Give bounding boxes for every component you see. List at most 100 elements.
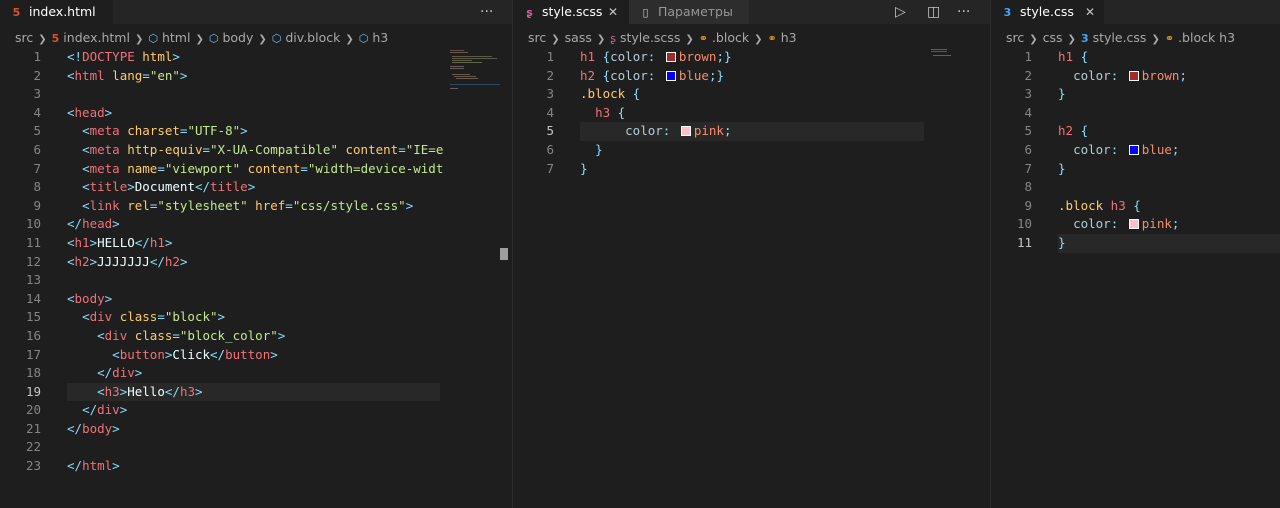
code-line[interactable]: 9 <link rel="stylesheet" href="css/style… [0, 197, 512, 216]
code-line[interactable]: 1 <!DOCTYPE html> [0, 48, 512, 67]
code-line[interactable]: 17 <button>Click</button> [0, 346, 512, 365]
breadcrumb-item[interactable]: html [162, 30, 190, 45]
code-line[interactable]: 19 <h3>Hello</h3> [0, 382, 512, 402]
code-line[interactable]: 13 [0, 271, 512, 290]
code-line[interactable]: 6 <meta http-equiv="X-UA-Compatible" con… [0, 141, 512, 160]
code-line[interactable]: 2 color: brown; [991, 67, 1280, 86]
token: } [595, 141, 603, 157]
close-icon[interactable]: ✕ [1085, 0, 1095, 24]
code-line[interactable]: 9 .block h3 { [991, 197, 1280, 216]
code-text: h1 { [1058, 48, 1088, 67]
tab-style-scss[interactable]: ʂ style.scss ✕ [513, 0, 629, 24]
code-line[interactable]: 7} [991, 160, 1280, 179]
more-actions-icon[interactable]: ··· [480, 0, 493, 24]
tab-parameters[interactable]: ▯ Параметры [629, 0, 749, 24]
code-line[interactable]: 2 h2 {color: blue;} [513, 67, 990, 86]
editor-pane-index-html: 5 index.html ··· src ❯ 5 index.html ❯ ⬡ html ❯ ⬡ b… [0, 0, 512, 508]
token: : [1110, 141, 1126, 157]
code-line[interactable]: 5 <meta charset="UTF-8"> [0, 122, 512, 141]
breadcrumb-item[interactable]: style.css [1093, 30, 1147, 45]
tab-index-html[interactable]: 5 index.html [0, 0, 113, 24]
breadcrumb-item[interactable]: index.html [63, 30, 130, 45]
code-line[interactable]: 5 h2 { [991, 122, 1280, 141]
close-icon[interactable]: ✕ [608, 0, 618, 24]
code-line[interactable]: 1 h1 { [991, 48, 1280, 67]
breadcrumb-item[interactable]: src [528, 30, 546, 45]
code-line[interactable]: 5 color: pink; [513, 122, 990, 141]
token: name [119, 160, 158, 176]
breadcrumb-item[interactable]: h3 [781, 30, 797, 45]
token: h3 [179, 383, 195, 399]
code-line[interactable]: 16 <div class="block_color"> [0, 327, 512, 346]
more-actions-icon[interactable]: ··· [957, 0, 970, 24]
token: button [119, 346, 165, 362]
code-line[interactable]: 23 </html> [0, 457, 512, 476]
code-editor[interactable]: 1 <!DOCTYPE html> 2 <html lang="en"> 3 4 <head… [0, 48, 512, 508]
color-swatch[interactable] [680, 126, 691, 137]
token: "block" [164, 309, 218, 325]
code-line[interactable]: 15 <div class="block"> [0, 308, 512, 327]
token: </ [67, 216, 83, 232]
code-line[interactable]: 8 <title>Document</title> [0, 178, 512, 197]
code-line[interactable]: 1 h1 {color: brown;} [513, 48, 990, 67]
breadcrumb-item[interactable]: src [15, 30, 33, 45]
breadcrumb-item[interactable]: div.block [285, 30, 340, 45]
split-editor-icon[interactable]: ◫ [927, 0, 940, 24]
code-line[interactable]: 4 h3 { [513, 104, 990, 123]
token: meta [89, 123, 120, 139]
code-line[interactable]: 4 [991, 104, 1280, 123]
code-line[interactable]: 22 [0, 438, 512, 457]
token: > [240, 123, 248, 139]
token: "IE=e [405, 141, 444, 157]
token: class [112, 309, 158, 325]
breadcrumb-item[interactable]: src [1006, 30, 1024, 45]
code-line[interactable]: 7 <meta name="viewport" content="width=d… [0, 160, 512, 179]
breadcrumb-item[interactable]: style.scss [620, 30, 680, 45]
code-line[interactable]: 2 <html lang="en"> [0, 67, 512, 86]
tab-style-css[interactable]: 3 style.css ✕ [991, 0, 1104, 24]
breadcrumb-item[interactable]: css [1043, 30, 1063, 45]
code-line[interactable]: 6 color: blue; [991, 141, 1280, 160]
breadcrumb-item[interactable]: h3 [372, 30, 388, 45]
code-line[interactable]: 11} [991, 233, 1280, 253]
color-swatch[interactable] [1128, 144, 1139, 155]
code-line[interactable]: 7} [513, 160, 990, 179]
run-icon[interactable]: ▷ [895, 0, 906, 24]
color-swatch[interactable] [665, 52, 676, 62]
code-editor[interactable]: 1 h1 {2 color: brown; 3} 4 5 h2 {6 color: blu… [991, 48, 1280, 508]
code-line[interactable]: 3 [0, 85, 512, 104]
breadcrumb-item[interactable]: .block [712, 30, 749, 45]
color-swatch[interactable] [665, 70, 676, 81]
code-line[interactable]: 10 color: pink; [991, 215, 1280, 234]
code-line[interactable]: 21 </body> [0, 420, 512, 439]
code-line[interactable]: 3 .block { [513, 85, 990, 104]
code-line[interactable]: 12 <h2>JJJJJJJ</h2> [0, 253, 512, 272]
line-number: 5 [33, 123, 41, 139]
code-line[interactable]: 11 <h1>HELLO</h1> [0, 234, 512, 253]
minimap[interactable] [931, 48, 983, 108]
code-line[interactable]: 10 </head> [0, 215, 512, 234]
token: < [97, 383, 105, 399]
code-text: } [1058, 160, 1066, 179]
code-line[interactable]: 18 </div> [0, 364, 512, 383]
scrollbar-thumb[interactable] [500, 248, 508, 260]
color-swatch[interactable] [1128, 219, 1139, 230]
code-line[interactable]: 3} [991, 85, 1280, 104]
token: div [104, 327, 128, 343]
code-line[interactable]: 20 </div> [0, 401, 512, 420]
token: { [610, 104, 626, 120]
code-line[interactable]: 4 <head> [0, 104, 512, 123]
line-number: 14 [25, 290, 41, 306]
breadcrumb-item[interactable]: .block h3 [1178, 30, 1235, 45]
minimap[interactable] [450, 48, 502, 108]
breadcrumb-item[interactable]: body [222, 30, 253, 45]
token: < [67, 104, 75, 120]
code-line[interactable]: 14 <body> [0, 290, 512, 309]
code-line[interactable]: 6 } [513, 141, 990, 160]
color-swatch[interactable] [1128, 70, 1139, 81]
code-line[interactable]: 8 [991, 178, 1280, 197]
code-editor[interactable]: 1 h1 {color: brown;} 2 h2 {color: blue;} 3 .b… [513, 48, 990, 508]
breadcrumb-item[interactable]: sass [565, 30, 592, 45]
